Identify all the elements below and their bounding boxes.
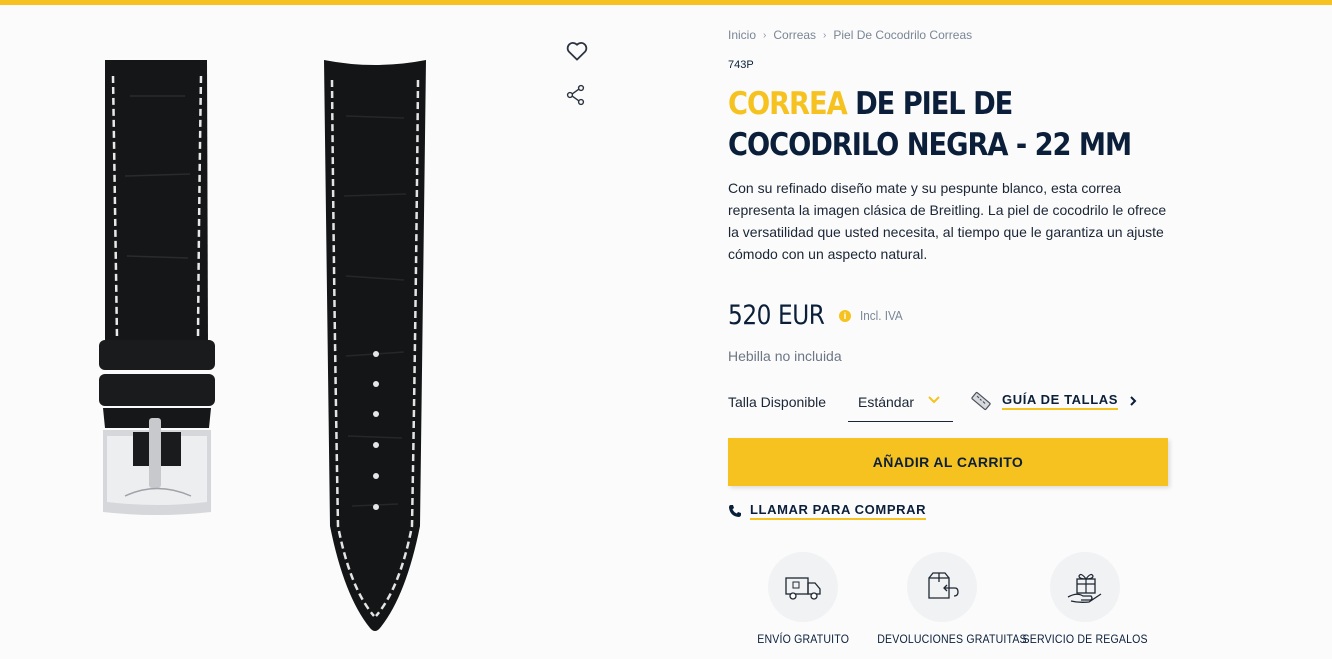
chevron-down-icon [928, 396, 940, 404]
product-image-strap-buckle [99, 60, 215, 515]
product-title-accent: CORREA [728, 86, 848, 122]
size-guide-label: GUÍA DE TALLAS [1002, 392, 1119, 410]
breadcrumb: Inicio › Correas › Piel De Cocodrilo Cor… [728, 28, 972, 42]
service-free-returns: DEVOLUCIONES GRATUITAS [867, 552, 1027, 648]
product-title: CORREA DE PIEL DE COCODRILO NEGRA - 22 M… [728, 84, 1186, 166]
service-label: SERVICIO DE REGALOS [1022, 632, 1148, 646]
service-free-shipping: ENVÍO GRATUITO [728, 552, 878, 648]
service-gift: SERVICIO DE REGALOS [1010, 552, 1160, 648]
breadcrumb-item-correas[interactable]: Correas [773, 28, 816, 42]
truck-icon [785, 577, 821, 600]
breadcrumb-item-inicio[interactable]: Inicio [728, 28, 756, 42]
add-to-cart-button[interactable]: AÑADIR AL CARRITO [728, 438, 1168, 486]
gift-icon [1067, 573, 1102, 603]
vat-note: Incl. IVA [860, 308, 903, 323]
top-accent-bar [0, 0, 1332, 5]
info-icon[interactable]: i [839, 309, 851, 322]
size-guide-link[interactable]: GUÍA DE TALLAS [970, 390, 1138, 412]
breadcrumb-item-category[interactable]: Piel De Cocodrilo Correas [833, 28, 972, 42]
call-to-buy-label: LLAMAR PARA COMPRAR [750, 502, 927, 520]
phone-icon [729, 505, 741, 517]
size-selected-value: Estándar [858, 394, 915, 410]
product-description: Con su refinado diseño mate y su pespunt… [728, 180, 1167, 262]
price-row: 520 EUR i Incl. IVA [728, 300, 907, 331]
size-label: Talla Disponible [728, 394, 827, 410]
share-icon[interactable] [565, 84, 587, 106]
services-row: ENVÍO GRATUITO DEVOLUCIONES GRATUITAS SE… [748, 552, 1168, 652]
size-row: Talla Disponible Estándar GUÍA DE TALLAS [728, 384, 1168, 422]
service-label: ENVÍO GRATUITO [757, 632, 849, 646]
heart-icon[interactable] [564, 38, 590, 64]
chevron-right-icon: › [763, 29, 767, 41]
call-to-buy-link[interactable]: LLAMAR PARA COMPRAR [728, 502, 927, 520]
service-label: DEVOLUCIONES GRATUITAS [877, 632, 1027, 646]
buckle-note: Hebilla no incluida [728, 348, 842, 364]
size-select[interactable]: Estándar [848, 384, 953, 422]
chevron-right-icon: › [823, 29, 827, 41]
product-image-strap-long [324, 60, 426, 631]
return-box-icon [928, 572, 959, 599]
product-price: 520 EUR [728, 300, 825, 331]
ruler-icon [971, 391, 991, 411]
product-sku: 743P [728, 59, 754, 71]
chevron-right-icon [1130, 396, 1137, 406]
